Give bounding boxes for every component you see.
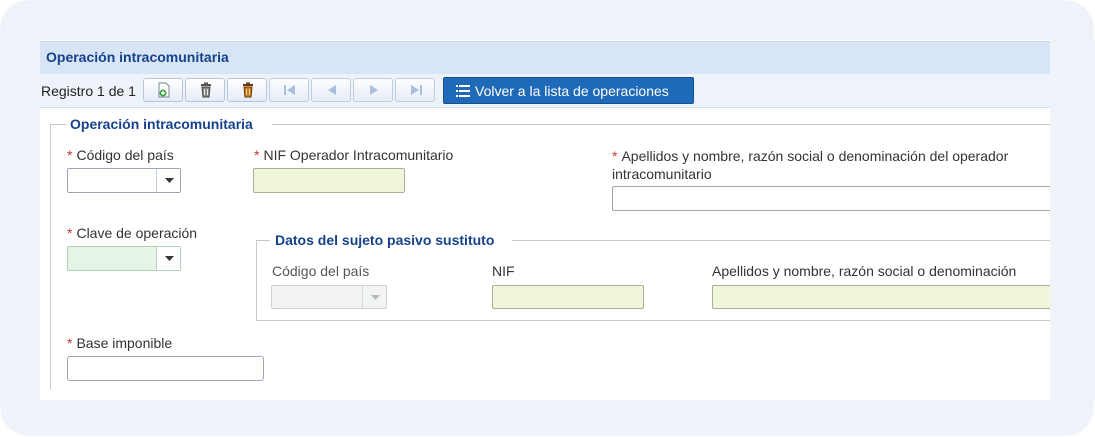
last-icon bbox=[411, 85, 422, 95]
required-mark: * bbox=[67, 147, 73, 163]
country-code-label-text: Código del país bbox=[76, 147, 174, 163]
operation-key-label-text: Clave de operación bbox=[76, 225, 198, 241]
fieldset-border bbox=[50, 124, 66, 125]
operator-name-label-text: Apellidos y nombre, razón social o denom… bbox=[612, 148, 1009, 182]
operator-name-label: * Apellidos y nombre, razón social o deno… bbox=[612, 147, 1048, 183]
delete-icon bbox=[201, 82, 211, 98]
delete-button[interactable] bbox=[185, 78, 225, 102]
required-mark: * bbox=[67, 225, 73, 241]
right-clip bbox=[1050, 40, 1095, 400]
last-record-button[interactable] bbox=[395, 78, 435, 102]
country-code-label: * Código del país bbox=[67, 147, 174, 163]
first-icon bbox=[284, 85, 295, 95]
substitute-fieldset-border bbox=[256, 240, 270, 241]
substitute-nif-input[interactable] bbox=[492, 285, 644, 309]
panel-title: Operación intracomunitaria bbox=[46, 49, 229, 65]
delete-all-icon bbox=[243, 82, 253, 98]
substitute-country-dropdown-button bbox=[362, 286, 386, 308]
list-icon bbox=[456, 85, 470, 97]
operation-key-dropdown-button[interactable] bbox=[156, 247, 180, 270]
fieldset-border bbox=[272, 124, 1050, 125]
nif-operator-input[interactable] bbox=[253, 168, 405, 193]
delete-all-button[interactable] bbox=[227, 78, 267, 102]
dropdown-arrow-icon bbox=[371, 295, 380, 300]
operation-key-label: * Clave de operación bbox=[67, 225, 197, 241]
substitute-fieldset-legend: Datos del sujeto pasivo sustituto bbox=[275, 232, 495, 248]
substitute-name-label: Apellidos y nombre, razón social o denom… bbox=[712, 263, 1017, 279]
nif-operator-label-text: NIF Operador Intracomunitario bbox=[263, 147, 454, 163]
tax-base-label-text: Base imponible bbox=[76, 335, 173, 351]
substitute-name-input[interactable] bbox=[712, 285, 1072, 309]
tax-base-input[interactable] bbox=[67, 356, 264, 381]
operator-name-input[interactable] bbox=[612, 186, 1072, 211]
substitute-nif-label: NIF bbox=[492, 263, 515, 279]
new-record-icon bbox=[158, 82, 170, 98]
substitute-country-label: Código del país bbox=[272, 263, 370, 279]
substitute-country-select bbox=[271, 285, 387, 309]
required-mark: * bbox=[67, 335, 73, 351]
previous-record-button[interactable] bbox=[311, 78, 351, 102]
country-code-select[interactable] bbox=[67, 168, 181, 193]
next-record-button[interactable] bbox=[353, 78, 393, 102]
dropdown-arrow-icon bbox=[165, 256, 174, 261]
next-icon bbox=[370, 85, 378, 95]
required-mark: * bbox=[612, 148, 618, 164]
previous-icon bbox=[328, 85, 336, 95]
panel-header: Operación intracomunitaria bbox=[40, 41, 1050, 75]
substitute-fieldset-border bbox=[512, 240, 1050, 241]
country-code-dropdown-button[interactable] bbox=[156, 169, 180, 192]
fieldset-border bbox=[50, 124, 51, 389]
tax-base-label: * Base imponible bbox=[67, 335, 172, 351]
operation-key-select[interactable] bbox=[67, 246, 181, 271]
record-counter: Registro 1 de 1 bbox=[41, 83, 136, 99]
back-to-list-button[interactable]: Volver a la lista de operaciones bbox=[443, 77, 694, 104]
substitute-fieldset-border bbox=[256, 240, 257, 321]
substitute-fieldset-border bbox=[256, 320, 1050, 321]
dropdown-arrow-icon bbox=[165, 178, 174, 183]
fieldset-legend: Operación intracomunitaria bbox=[70, 116, 253, 132]
nif-operator-label: * NIF Operador Intracomunitario bbox=[254, 147, 453, 163]
new-record-button[interactable] bbox=[143, 78, 183, 102]
record-toolbar: Registro 1 de 1 Volver a la lista de ope… bbox=[40, 74, 1050, 108]
required-mark: * bbox=[254, 147, 260, 163]
back-to-list-label: Volver a la lista de operaciones bbox=[475, 83, 669, 99]
first-record-button[interactable] bbox=[269, 78, 309, 102]
